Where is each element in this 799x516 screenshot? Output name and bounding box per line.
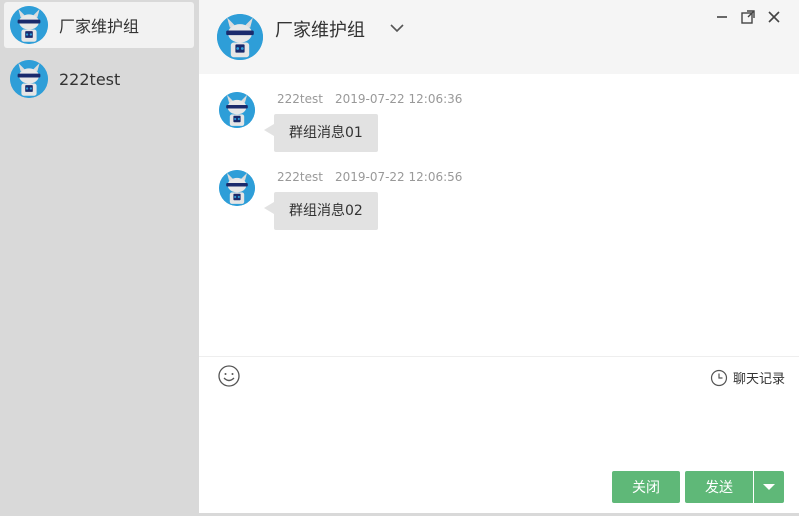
sender-avatar <box>219 170 255 206</box>
chat-header: 厂家维护组 <box>199 0 799 74</box>
sender-name: 222test <box>277 170 323 184</box>
message-meta: 222test 2019-07-22 12:06:56 <box>277 170 462 184</box>
avatar <box>10 60 48 98</box>
close-icon[interactable] <box>765 8 783 26</box>
chat-title: 厂家维护组 <box>275 20 365 41</box>
sender-avatar <box>219 92 255 128</box>
chevron-down-icon[interactable] <box>387 18 407 38</box>
group-avatar <box>217 14 263 60</box>
chat-history-label: 聊天记录 <box>732 372 785 387</box>
sidebar-item-222test[interactable]: 222test <box>4 56 194 102</box>
avatar <box>10 6 48 44</box>
message-time: 2019-07-22 12:06:36 <box>334 92 463 106</box>
input-toolbar: 聊天记录 <box>199 357 799 397</box>
sidebar-item-label: 222test <box>59 69 121 89</box>
maximize-icon[interactable] <box>739 8 757 26</box>
conversation-sidebar: 厂家维护组 222test <box>0 0 199 516</box>
send-button[interactable]: 发送 <box>685 471 753 503</box>
message-item: 222test 2019-07-22 12:06:36 群组消息01 <box>219 92 779 162</box>
sender-name: 222test <box>277 92 323 106</box>
minimize-icon[interactable] <box>713 8 731 26</box>
sidebar-item-label: 厂家维护组 <box>59 17 140 36</box>
close-button[interactable]: 关闭 <box>612 471 680 503</box>
message-bubble: 群组消息01 <box>264 114 378 152</box>
message-list: 222test 2019-07-22 12:06:36 群组消息01 222tes… <box>199 74 799 356</box>
smiley-icon[interactable] <box>217 364 241 388</box>
message-item: 222test 2019-07-22 12:06:56 群组消息02 <box>219 170 779 240</box>
message-time: 2019-07-22 12:06:56 <box>334 170 463 184</box>
message-meta: 222test 2019-07-22 12:06:36 <box>277 92 462 106</box>
chat-panel: 厂家维护组 222test 2019-07-22 12:06:36 群组消息01 … <box>199 0 799 516</box>
sidebar-item-group-chat[interactable]: 厂家维护组 <box>4 2 194 48</box>
caret-down-icon <box>763 484 775 490</box>
chat-history-link[interactable]: 聊天记录 <box>710 368 785 387</box>
message-bubble: 群组消息02 <box>264 192 378 230</box>
send-options-button[interactable] <box>754 471 784 503</box>
clock-icon <box>710 369 728 386</box>
